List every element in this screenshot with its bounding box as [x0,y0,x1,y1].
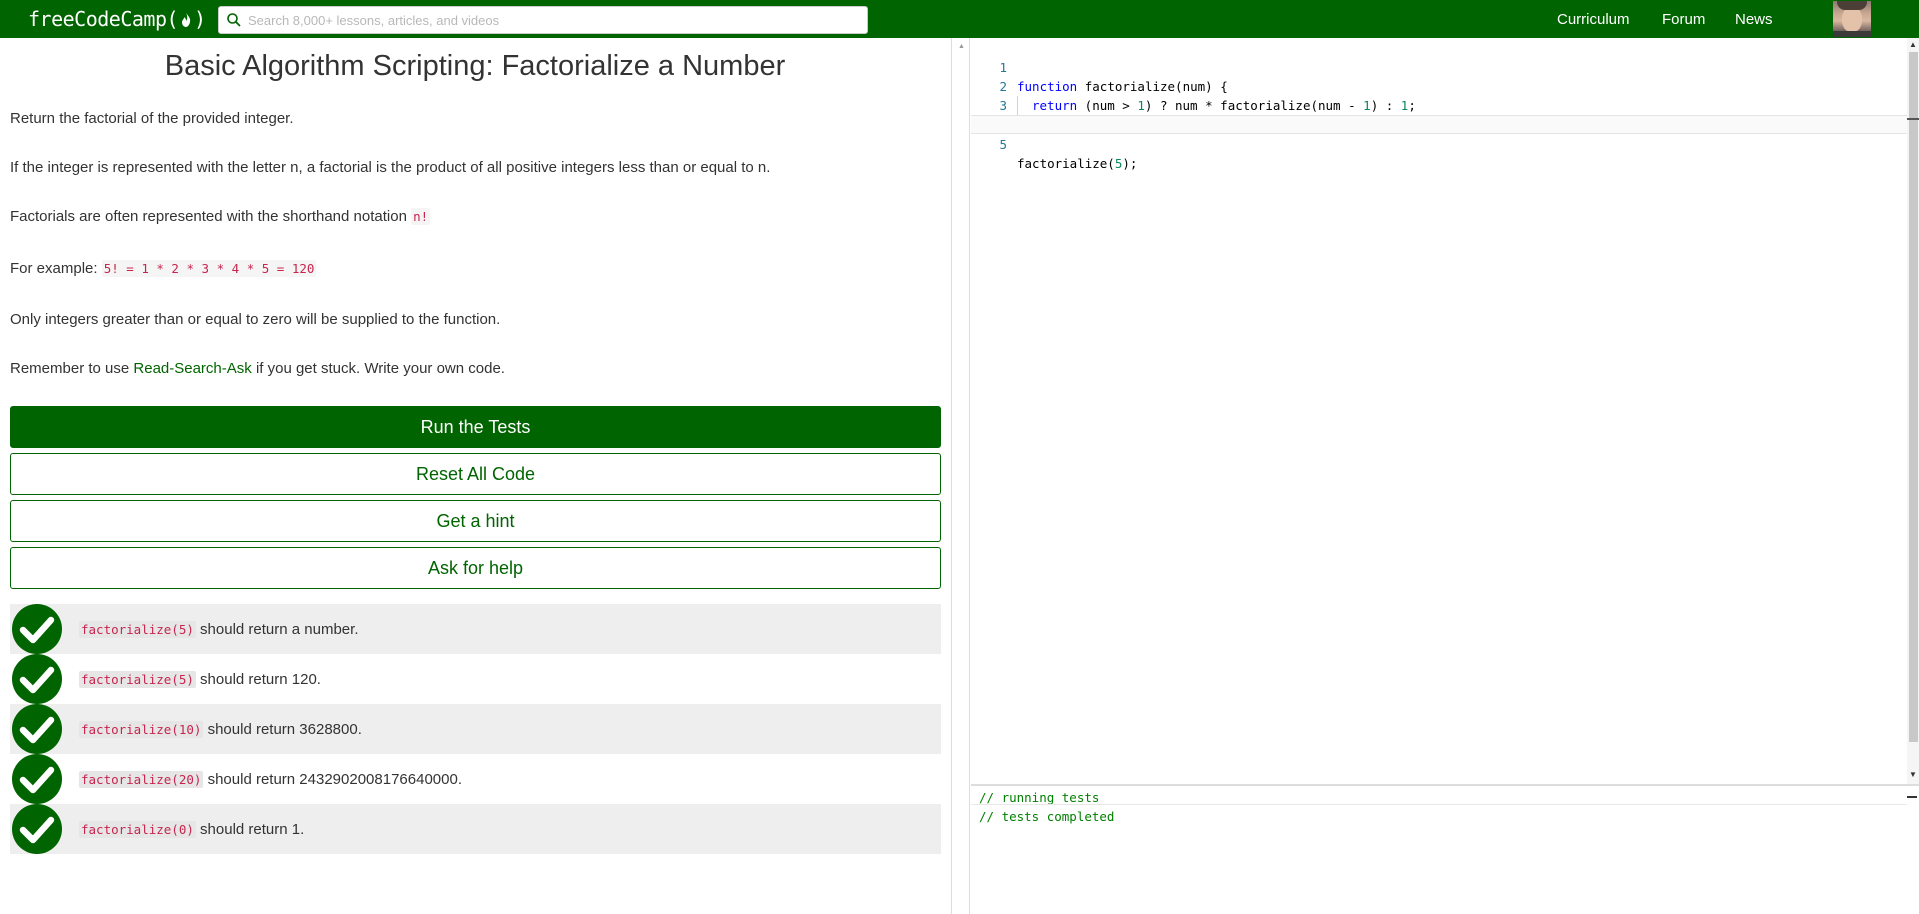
test-code: factorialize(5) [79,620,196,638]
test-code: factorialize(0) [79,820,196,838]
nav-link-forum[interactable]: Forum [1662,11,1705,28]
description-text: Factorials are often represented with th… [10,208,412,225]
description-text: if you get stuck. Write your own code. [251,360,505,377]
navbar: freeCodeCamp( ) Curriculum Forum News [0,0,1919,38]
code-line[interactable]: 2 return (num > 1) ? num * factorialize(… [971,58,1907,115]
logo-text-right: ) [194,7,206,31]
flame-icon [182,12,191,27]
nav-link-curriculum[interactable]: Curriculum [1557,11,1630,28]
code-token: ); [1122,156,1138,171]
inline-code: 5! = 1 * 2 * 3 * 4 * 5 = 120 [101,260,317,277]
panel-resize-handle[interactable]: ▲ [951,38,970,914]
test-description: factorialize(0) should return 1. [79,820,305,838]
test-text: should return 1. [195,820,305,838]
test-result-row: factorialize(5) should return a number. [10,604,941,654]
check-circle-icon [12,604,62,654]
test-description: factorialize(5) should return 120. [79,670,321,688]
check-circle-icon [12,804,62,854]
description-paragraph: If the integer is represented with the l… [10,159,771,176]
inline-code: n! [411,208,431,225]
description-paragraph: For example: 5! = 1 * 2 * 3 * 4 * 5 = 12… [10,260,317,277]
challenge-panel: Basic Algorithm Scripting: Factorialize … [0,38,950,914]
description-paragraph: Factorials are often represented with th… [10,208,431,225]
description-paragraph: Return the factorial of the provided int… [10,110,294,127]
collapse-icon[interactable] [1907,796,1917,798]
check-circle-icon [12,654,62,704]
get-hint-button[interactable]: Get a hint [10,500,941,542]
scroll-down-arrow-icon[interactable]: ▼ [1909,770,1917,779]
scroll-up-arrow-icon[interactable]: ▲ [1909,40,1917,49]
code-line[interactable]: 3 } [971,77,1907,132]
read-search-ask-link[interactable]: Read-Search-Ask [133,360,251,377]
code-line[interactable]: 4 [971,96,1907,132]
test-code: factorialize(10) [79,720,204,738]
test-text: should return a number. [195,620,359,638]
freecodecamp-logo[interactable]: freeCodeCamp( ) [28,7,206,31]
ask-help-button[interactable]: Ask for help [10,547,941,589]
scroll-up-arrow-icon[interactable]: ▲ [958,43,965,50]
run-tests-button[interactable]: Run the Tests [10,406,941,448]
test-text: should return 2432902008176640000. [203,770,462,788]
test-description: factorialize(20) should return 243290200… [79,770,462,788]
nav-link-news[interactable]: News [1735,11,1773,28]
test-output-console[interactable]: // running tests // tests completed [971,784,1919,914]
reset-code-button[interactable]: Reset All Code [10,453,941,495]
console-line: // tests completed [979,809,1115,824]
logo-text-left: freeCodeCamp( [28,7,179,31]
console-divider [971,804,1907,805]
search-input[interactable] [248,12,848,28]
line-number: 5 [999,137,1007,152]
test-description: factorialize(10) should return 3628800. [79,720,362,738]
description-paragraph: Only integers greater than or equal to z… [10,311,501,328]
test-result-row: factorialize(20) should return 243290200… [10,754,941,804]
test-description: factorialize(5) should return a number. [79,620,359,638]
code-line-active[interactable]: 5 factorialize(5); [971,115,1907,171]
code-text: factorialize(5); [1017,154,1137,173]
test-code: factorialize(20) [79,770,204,788]
console-line: // running tests [979,790,1100,805]
code-editor[interactable]: 1 function factorialize(num) { 2 return … [971,38,1907,784]
check-circle-icon [12,754,62,804]
editor-scrollbar[interactable]: ▲ ▼ [1907,38,1919,784]
test-text: should return 120. [195,670,321,688]
description-paragraph: Remember to use Read-Search-Ask if you g… [10,360,505,377]
search-icon [227,13,241,27]
user-avatar[interactable] [1833,1,1871,37]
test-result-row: factorialize(0) should return 1. [10,804,941,854]
cursor-position-marker [1907,118,1919,120]
scrollbar-thumb[interactable] [1909,52,1918,742]
test-text: should return 3628800. [203,720,362,738]
code-line[interactable]: 1 function factorialize(num) { [971,39,1907,94]
code-token: factorialize( [1017,156,1115,171]
test-result-row: factorialize(5) should return 120. [10,654,941,704]
challenge-title: Basic Algorithm Scripting: Factorialize … [164,50,786,82]
description-text: For example: [10,260,102,277]
check-circle-icon [12,704,62,754]
test-code: factorialize(5) [79,670,196,688]
description-text: Remember to use [10,360,134,377]
search-bar[interactable] [218,6,868,34]
test-result-row: factorialize(10) should return 3628800. [10,704,941,754]
